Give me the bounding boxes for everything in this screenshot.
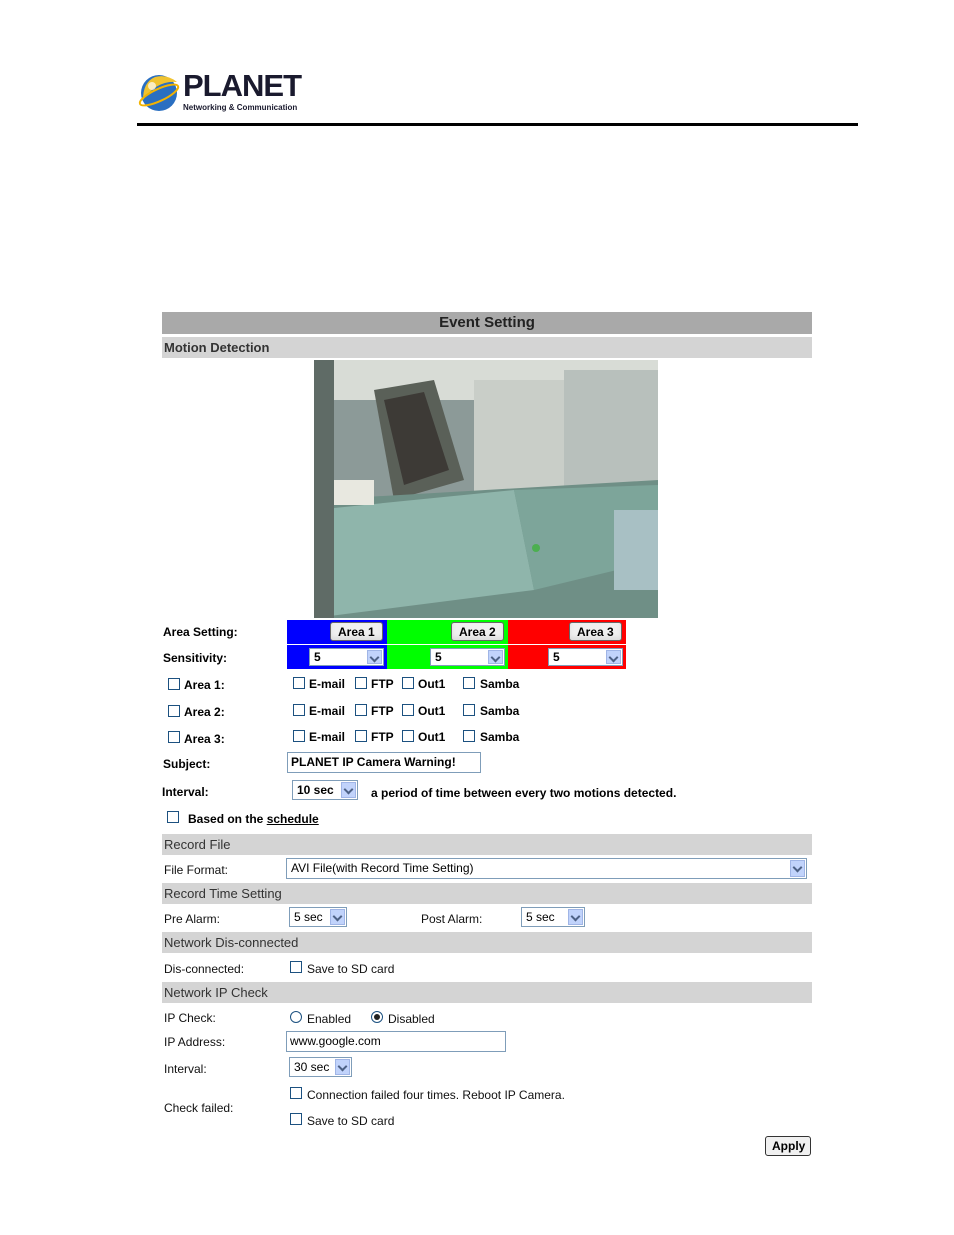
chevron-down-icon [606, 650, 621, 664]
chevron-down-icon [790, 860, 805, 877]
area-2-color: Area 2 [387, 620, 508, 644]
ip-check-enabled-radio[interactable] [290, 1011, 302, 1023]
area-1-label: Area 1: [184, 678, 225, 692]
out1-label: Out1 [418, 677, 446, 691]
ip-address-label: IP Address: [164, 1035, 226, 1049]
area-2-samba-checkbox[interactable] [463, 704, 475, 716]
post-alarm-label: Post Alarm: [421, 912, 483, 926]
area-3-samba-checkbox[interactable] [463, 730, 475, 742]
subject-label: Subject: [163, 757, 211, 771]
out1-label: Out1 [418, 730, 446, 744]
schedule-checkbox[interactable] [167, 811, 179, 823]
disconnected-sd-checkbox[interactable] [290, 961, 302, 973]
file-format-select[interactable]: AVI File(with Record Time Setting) [286, 858, 807, 879]
planet-logo [138, 75, 180, 111]
ftp-label: FTP [371, 730, 394, 744]
section-network-ip-check: Network IP Check [162, 982, 812, 1003]
area-1-samba-checkbox[interactable] [463, 677, 475, 689]
area-3-email-checkbox[interactable] [293, 730, 305, 742]
subject-input[interactable]: PLANET IP Camera Warning! [287, 752, 481, 773]
check-failed-sd-label: Save to SD card [307, 1114, 395, 1128]
check-failed-label: Check failed: [164, 1101, 234, 1115]
reboot-label: Connection failed four times. Reboot IP … [307, 1088, 565, 1102]
reboot-checkbox[interactable] [290, 1087, 302, 1099]
area-1-ftp-checkbox[interactable] [355, 677, 367, 689]
file-format-label: File Format: [164, 863, 229, 877]
area-3-label: Area 3: [184, 732, 225, 746]
disconnected-sd-label: Save to SD card [307, 962, 395, 976]
section-motion-detection: Motion Detection [162, 337, 812, 358]
chevron-down-icon [367, 650, 382, 664]
samba-label: Samba [480, 677, 520, 691]
out1-label: Out1 [418, 704, 446, 718]
area-1-checkbox[interactable] [168, 678, 180, 690]
ip-address-input[interactable]: www.google.com [286, 1031, 506, 1052]
ip-interval-label: Interval: [164, 1062, 207, 1076]
ip-check-enabled-label: Enabled [307, 1012, 352, 1026]
chevron-down-icon [568, 909, 583, 925]
area-1-email-checkbox[interactable] [293, 677, 305, 689]
interval-label: Interval: [162, 785, 209, 799]
interval-select[interactable]: 10 sec [292, 780, 358, 800]
area-3-color: Area 3 [508, 620, 626, 644]
pre-alarm-label: Pre Alarm: [164, 912, 221, 926]
sensitivity-2-color: 5 [387, 645, 508, 669]
area-2-label: Area 2: [184, 705, 225, 719]
area-setting-label: Area Setting: [163, 625, 238, 639]
area-2-ftp-checkbox[interactable] [355, 704, 367, 716]
section-record-time: Record Time Setting [162, 883, 812, 904]
page-title: Event Setting [162, 312, 812, 334]
area-3-button[interactable]: Area 3 [569, 622, 622, 641]
area-3-checkbox[interactable] [168, 731, 180, 743]
schedule-text: Based on the schedule [188, 812, 319, 826]
email-label: E-mail [309, 704, 346, 718]
post-alarm-select[interactable]: 5 sec [521, 907, 585, 927]
area-2-email-checkbox[interactable] [293, 704, 305, 716]
sensitivity-1-color: 5 [287, 645, 387, 669]
chevron-down-icon [341, 782, 356, 798]
area-2-out1-checkbox[interactable] [402, 704, 414, 716]
brand-name: PLANET [183, 68, 302, 103]
pre-alarm-select[interactable]: 5 sec [289, 907, 347, 927]
brand-tagline: Networking & Communication [183, 103, 298, 112]
schedule-link[interactable]: schedule [267, 812, 319, 826]
section-network-disconnected: Network Dis-connected [162, 932, 812, 953]
email-label: E-mail [309, 677, 346, 691]
area-2-checkbox[interactable] [168, 705, 180, 717]
ftp-label: FTP [371, 704, 394, 718]
ip-check-label: IP Check: [164, 1011, 216, 1025]
sensitivity-1-select[interactable]: 5 [309, 648, 384, 666]
area-2-button[interactable]: Area 2 [451, 622, 504, 641]
section-record-file: Record File [162, 834, 812, 855]
area-1-color: Area 1 [287, 620, 387, 644]
camera-preview [314, 360, 658, 618]
samba-label: Samba [480, 730, 520, 744]
ftp-label: FTP [371, 677, 394, 691]
sensitivity-2-select[interactable]: 5 [430, 648, 505, 666]
check-failed-sd-checkbox[interactable] [290, 1113, 302, 1125]
email-label: E-mail [309, 730, 346, 744]
disconnected-label: Dis-connected: [164, 962, 245, 976]
header-divider [137, 123, 858, 126]
area-1-button[interactable]: Area 1 [330, 622, 383, 641]
apply-button[interactable]: Apply [765, 1136, 811, 1156]
ip-interval-select[interactable]: 30 sec [289, 1057, 352, 1077]
sensitivity-label: Sensitivity: [163, 651, 228, 665]
ip-check-disabled-label: Disabled [388, 1012, 435, 1026]
area-3-ftp-checkbox[interactable] [355, 730, 367, 742]
area-3-out1-checkbox[interactable] [402, 730, 414, 742]
samba-label: Samba [480, 704, 520, 718]
sensitivity-3-select[interactable]: 5 [548, 648, 623, 666]
sensitivity-3-color: 5 [508, 645, 626, 669]
chevron-down-icon [488, 650, 503, 664]
ip-check-disabled-radio[interactable] [371, 1011, 383, 1023]
chevron-down-icon [335, 1059, 350, 1075]
area-1-out1-checkbox[interactable] [402, 677, 414, 689]
chevron-down-icon [330, 909, 345, 925]
interval-description: a period of time between every two motio… [371, 786, 677, 800]
